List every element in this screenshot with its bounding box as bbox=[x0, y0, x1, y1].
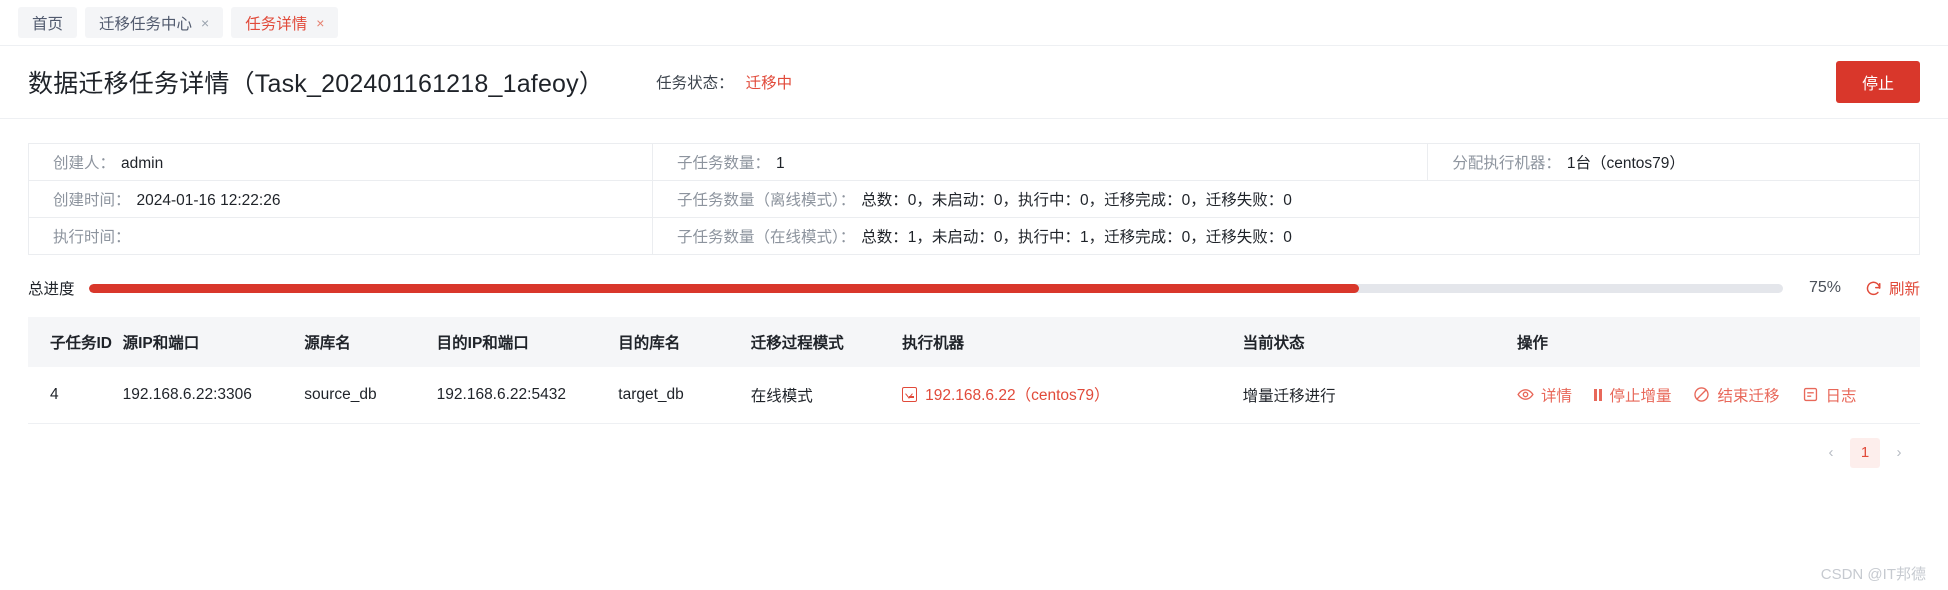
column-header-machine: 执行机器 bbox=[902, 317, 1243, 367]
info-row: 执行时间： 子任务数量（在线模式）： 总数：1，未启动：0，执行中：1，迁移完成：… bbox=[27, 217, 1920, 255]
log-icon bbox=[1802, 386, 1819, 403]
refresh-button[interactable]: 刷新 bbox=[1865, 277, 1920, 299]
info-cell-create-time: 创建时间： 2024-01-16 12:22:26 bbox=[27, 180, 654, 218]
cell-operations: 详情 停止增量 结束迁移 日志 bbox=[1516, 367, 1920, 424]
operations-group: 详情 停止增量 结束迁移 日志 bbox=[1517, 384, 1920, 406]
status-badge: 迁移中 bbox=[745, 75, 793, 92]
machine-link[interactable]: 192.168.6.22（centos79） bbox=[902, 383, 1110, 405]
log-button[interactable]: 日志 bbox=[1802, 384, 1857, 406]
info-cell-machines: 分配执行机器： 1台（centos79） bbox=[1427, 143, 1920, 181]
tab-task-detail[interactable]: 任务详情 × bbox=[231, 7, 339, 38]
cell-mode: 在线模式 bbox=[750, 367, 903, 424]
progress-percent: 75% bbox=[1808, 279, 1841, 296]
pagination: ‹ 1 › bbox=[0, 424, 1948, 468]
cell-subtask-id: 4 bbox=[28, 367, 123, 424]
close-icon[interactable]: × bbox=[201, 16, 209, 30]
info-label: 创建时间： bbox=[53, 192, 131, 209]
cell-source-ip: 192.168.6.22:3306 bbox=[122, 367, 305, 424]
progress-label: 总进度 bbox=[28, 281, 75, 298]
page-header: 数据迁移任务详情（Task_202401161218_1afeoy） 任务状态：… bbox=[0, 46, 1948, 119]
detail-label: 详情 bbox=[1540, 387, 1572, 405]
tab-bar: 首页 迁移任务中心 × 任务详情 × bbox=[0, 0, 1948, 46]
log-label: 日志 bbox=[1825, 387, 1857, 405]
close-icon[interactable]: × bbox=[316, 16, 324, 30]
task-status: 任务状态： 迁移中 bbox=[656, 71, 792, 93]
info-value: 总数：0，未启动：0，执行中：0，迁移完成：0，迁移失败：0 bbox=[861, 192, 1292, 209]
pagination-page-1[interactable]: 1 bbox=[1850, 437, 1880, 468]
end-migration-button[interactable]: 结束迁移 bbox=[1693, 384, 1780, 406]
info-value: 1 bbox=[776, 155, 785, 172]
column-header-subtask-id: 子任务ID bbox=[28, 317, 123, 367]
refresh-label: 刷新 bbox=[1888, 281, 1920, 298]
tab-task-detail-label: 任务详情 bbox=[245, 15, 308, 33]
ban-icon bbox=[1693, 386, 1710, 403]
refresh-icon bbox=[1865, 280, 1882, 297]
info-cell-creator: 创建人： admin bbox=[27, 143, 654, 181]
cell-target-ip: 192.168.6.22:5432 bbox=[436, 367, 619, 424]
info-label: 创建人： bbox=[53, 155, 116, 172]
eye-icon bbox=[1517, 386, 1534, 403]
info-table: 创建人： admin 子任务数量： 1 分配执行机器： 1台（centos79） 创建… bbox=[27, 143, 1920, 255]
subtask-table: 子任务ID 源IP和端口 源库名 目的IP和端口 目的库名 迁移过程模式 执行机… bbox=[28, 317, 1920, 424]
cell-machine: 192.168.6.22（centos79） bbox=[902, 367, 1243, 424]
column-header-mode: 迁移过程模式 bbox=[750, 317, 903, 367]
info-cell-online-stats: 子任务数量（在线模式）： 总数：1，未启动：0，执行中：1，迁移完成：0，迁移失败… bbox=[652, 217, 1920, 255]
column-header-source-ip: 源IP和端口 bbox=[122, 317, 305, 367]
stop-incremental-button[interactable]: 停止增量 bbox=[1593, 384, 1672, 406]
detail-button[interactable]: 详情 bbox=[1517, 384, 1572, 406]
info-row: 创建人： admin 子任务数量： 1 分配执行机器： 1台（centos79） bbox=[27, 143, 1920, 181]
subtask-table-wrap: 子任务ID 源IP和端口 源库名 目的IP和端口 目的库名 迁移过程模式 执行机… bbox=[0, 317, 1948, 424]
task-status-label: 任务状态： bbox=[656, 75, 734, 92]
page-body: 数据迁移任务详情（Task_202401161218_1afeoy） 任务状态：… bbox=[0, 46, 1948, 590]
info-value: 总数：1，未启动：0，执行中：1，迁移完成：0，迁移失败：0 bbox=[861, 229, 1292, 246]
stop-incremental-label: 停止增量 bbox=[1609, 387, 1672, 405]
column-header-state: 当前状态 bbox=[1242, 317, 1517, 367]
info-row: 创建时间： 2024-01-16 12:22:26 子任务数量（离线模式）： 总数：… bbox=[27, 180, 1920, 218]
progress-row: 总进度 75% 刷新 bbox=[0, 255, 1948, 317]
cell-state: 增量迁移进行 bbox=[1242, 367, 1517, 424]
info-label: 执行时间： bbox=[53, 229, 131, 246]
info-cell-exec-time: 执行时间： bbox=[27, 217, 654, 255]
column-header-source-db: 源库名 bbox=[304, 317, 437, 367]
column-header-operations: 操作 bbox=[1516, 317, 1920, 367]
progress-bar[interactable] bbox=[88, 283, 1783, 293]
cell-source-db: source_db bbox=[304, 367, 437, 424]
info-label: 子任务数量（离线模式）： bbox=[677, 192, 856, 209]
info-label: 分配执行机器： bbox=[1452, 155, 1561, 172]
cell-target-db: target_db bbox=[618, 367, 751, 424]
tab-migration-center-label: 迁移任务中心 bbox=[99, 15, 193, 33]
column-header-target-ip: 目的IP和端口 bbox=[436, 317, 619, 367]
info-label: 子任务数量（在线模式）： bbox=[677, 229, 856, 246]
info-cell-offline-stats: 子任务数量（离线模式）： 总数：0，未启动：0，执行中：0，迁移完成：0，迁移失败… bbox=[652, 180, 1920, 218]
terminal-icon bbox=[902, 386, 918, 402]
tab-home-label: 首页 bbox=[32, 15, 64, 33]
column-header-target-db: 目的库名 bbox=[618, 317, 751, 367]
info-value: admin bbox=[121, 155, 164, 172]
stop-button[interactable]: 停止 bbox=[1835, 61, 1920, 103]
machine-label: 192.168.6.22（centos79） bbox=[925, 387, 1110, 404]
watermark: CSDN @IT邦德 bbox=[1820, 566, 1926, 583]
pagination-prev[interactable]: ‹ bbox=[1816, 438, 1846, 468]
pagination-next[interactable]: › bbox=[1884, 438, 1914, 468]
end-migration-label: 结束迁移 bbox=[1717, 387, 1780, 405]
tab-home[interactable]: 首页 bbox=[18, 7, 78, 38]
page-title: 数据迁移任务详情（Task_202401161218_1afeoy） bbox=[28, 70, 605, 98]
tab-migration-center[interactable]: 迁移任务中心 × bbox=[85, 7, 224, 38]
info-value: 1台（centos79） bbox=[1566, 155, 1685, 172]
progress-bar-fill bbox=[88, 283, 1360, 293]
info-label: 子任务数量： bbox=[677, 155, 771, 172]
table-header-row: 子任务ID 源IP和端口 源库名 目的IP和端口 目的库名 迁移过程模式 执行机… bbox=[28, 317, 1920, 367]
table-row: 4 192.168.6.22:3306 source_db 192.168.6.… bbox=[28, 367, 1920, 424]
pause-icon bbox=[1593, 388, 1603, 401]
info-panel: 创建人： admin 子任务数量： 1 分配执行机器： 1台（centos79） 创建… bbox=[0, 119, 1948, 255]
info-value: 2024-01-16 12:22:26 bbox=[136, 192, 281, 209]
info-cell-subtask-count: 子任务数量： 1 bbox=[652, 143, 1429, 181]
